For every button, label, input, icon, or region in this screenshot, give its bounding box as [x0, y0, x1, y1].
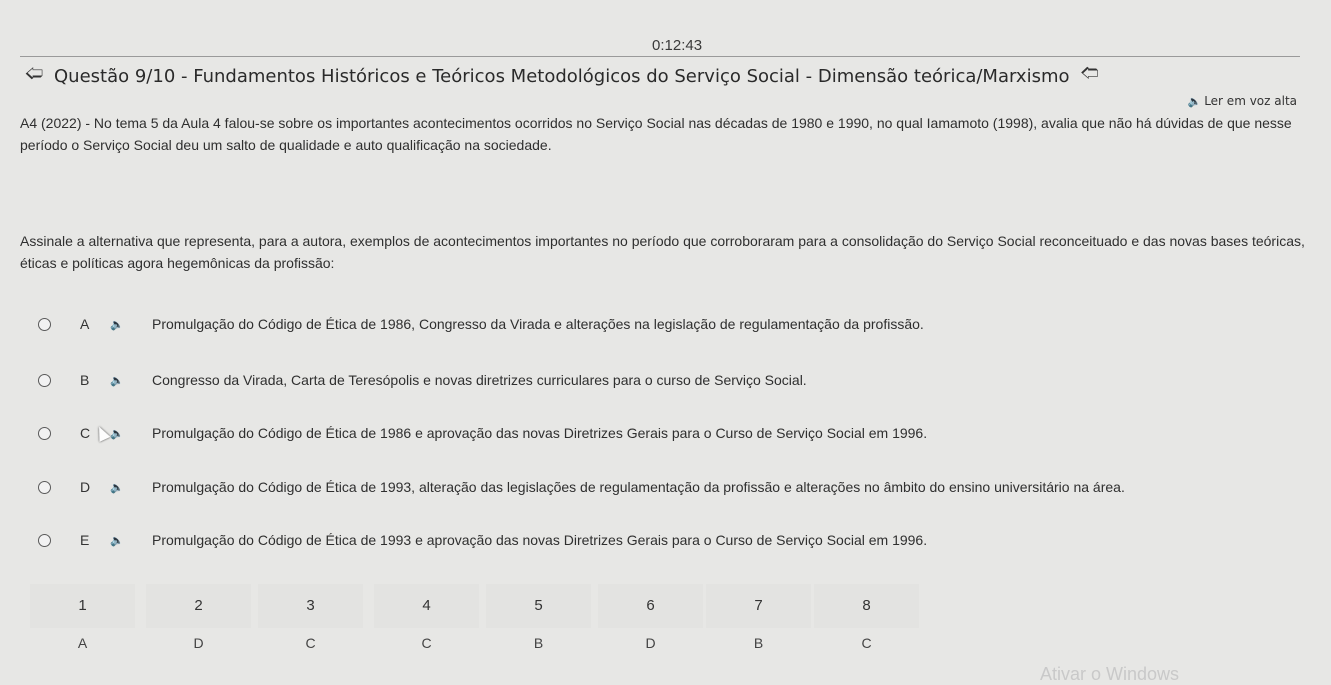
speaker-icon[interactable]: 🔈 [110, 481, 130, 494]
option-text: Promulgação do Código de Ética de 1986 e… [152, 425, 928, 441]
nav-answer: A [77, 635, 88, 651]
option-a[interactable]: A 🔈 Promulgação do Código de Ética de 19… [38, 312, 924, 336]
nav-answer: C [305, 635, 316, 651]
question-statement: A4 (2022) - No tema 5 da Aula 4 falou-se… [20, 115, 1292, 153]
option-b-radio[interactable] [38, 373, 51, 387]
option-a-radio[interactable] [38, 317, 51, 331]
nav-question-8[interactable]: 8 C [814, 584, 919, 658]
nav-answer: C [421, 635, 432, 651]
speaker-icon[interactable]: 🔈 [110, 318, 130, 331]
read-aloud-button[interactable]: 🔈 Ler em voz alta [1188, 94, 1298, 108]
option-d[interactable]: D 🔈 Promulgação do Código de Ética de 19… [38, 475, 1125, 499]
option-e-radio[interactable] [38, 533, 51, 547]
option-text: Promulgação do Código de Ética de 1993, … [152, 479, 1125, 495]
option-letter: C [80, 425, 91, 441]
nav-number: 6 [598, 584, 703, 628]
header-divider [20, 56, 1300, 57]
option-letter: B [80, 372, 90, 388]
nav-question-4[interactable]: 4 C [374, 584, 479, 658]
option-letter: D [80, 479, 91, 495]
nav-number: 4 [374, 584, 479, 628]
nav-answer: B [753, 635, 764, 651]
question-prompt: Assinale a alternativa que representa, p… [20, 233, 1305, 271]
windows-activation-watermark: Ativar o Windows [1040, 664, 1180, 684]
nav-question-2[interactable]: 2 D [146, 584, 251, 658]
option-text: Promulgação do Código de Ética de 1986, … [152, 316, 924, 332]
question-header: 🢠 Questão 9/10 - Fundamentos Históricos … [20, 61, 1104, 91]
nav-question-6[interactable]: 6 D [598, 584, 703, 658]
option-c-radio[interactable] [38, 426, 51, 440]
nav-number: 8 [814, 584, 919, 628]
nav-question-5[interactable]: 5 B [486, 584, 591, 658]
nav-number: 3 [258, 584, 363, 628]
option-c[interactable]: C 🔈 Promulgação do Código de Ética de 19… [38, 421, 927, 445]
question-title: Questão 9/10 - Fundamentos Históricos e … [54, 65, 1070, 87]
option-letter: E [80, 532, 90, 548]
nav-answer: D [645, 635, 656, 651]
speaker-icon[interactable]: 🔈 [110, 374, 130, 387]
option-text: Promulgação do Código de Ética de 1993 e… [152, 532, 928, 548]
nav-answer: B [533, 635, 544, 651]
nav-number: 2 [146, 584, 251, 628]
option-b[interactable]: B 🔈 Congresso da Virada, Carta de Teresó… [38, 368, 807, 392]
read-aloud-label: Ler em voz alta [1204, 94, 1297, 108]
speaker-icon: 🔈 [1187, 95, 1202, 108]
nav-number: 7 [706, 584, 811, 628]
nav-question-1[interactable]: 1 A [30, 584, 135, 658]
option-d-radio[interactable] [38, 480, 51, 494]
option-letter: A [80, 316, 90, 332]
arrow-right-icon[interactable]: 🢢 [1076, 61, 1104, 91]
option-e[interactable]: E 🔈 Promulgação do Código de Ética de 19… [38, 528, 927, 552]
nav-number: 1 [30, 584, 135, 628]
speaker-icon[interactable]: 🔈 [110, 427, 130, 440]
nav-answer: D [193, 635, 204, 651]
question-navigator: 1 A 2 D 3 C 4 C 5 B 6 D 7 B 8 C [30, 584, 919, 680]
option-text: Congresso da Virada, Carta de Teresópoli… [152, 372, 807, 388]
speaker-icon[interactable]: 🔈 [110, 534, 130, 547]
nav-question-7[interactable]: 7 B [706, 584, 811, 658]
nav-question-3[interactable]: 3 C [258, 584, 363, 658]
arrow-left-icon[interactable]: 🢠 [20, 61, 48, 91]
nav-number: 5 [486, 584, 591, 628]
nav-answer: C [861, 635, 872, 651]
exam-timer: 0:12:43 [652, 37, 703, 54]
